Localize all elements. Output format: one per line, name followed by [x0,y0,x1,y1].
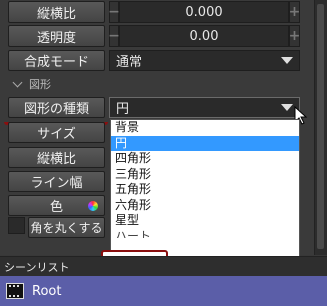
dropdown-item-hexagon[interactable]: 六角形 [111,198,299,214]
opacity-value[interactable]: 0.00 [119,25,289,47]
dropdown-item-triangle[interactable]: 三角形 [111,167,299,183]
chevron-down-icon [281,104,293,111]
dropdown-item-rectangle[interactable]: 四角形 [111,151,299,167]
opacity-decrement[interactable]: − [108,25,120,47]
opacity-increment[interactable]: + [289,25,300,47]
dropdown-item-star[interactable]: 星型 [111,213,299,229]
color-label-button[interactable]: 色 [8,195,105,216]
scene-root-label: Root [32,283,62,299]
dropdown-item-pentagon[interactable]: 五角形 [111,182,299,198]
dropdown-item-background[interactable]: 背景 [111,120,299,136]
dropdown-item-heart[interactable]: ハート [111,229,299,238]
color-label: 色 [49,200,63,215]
shape-aspect-ratio-label-button[interactable]: 縦横比 [8,147,105,168]
aspect-ratio-increment[interactable]: + [289,1,300,23]
blend-mode-value: 通常 [116,55,143,70]
round-corners-label-button[interactable]: 角を丸くする [28,217,105,238]
opacity-label-button[interactable]: 透明度 [8,25,105,47]
aspect-ratio-label-button[interactable]: 縦横比 [8,1,105,23]
dropdown-item-circle[interactable]: 円 [111,135,299,151]
shape-type-value: 円 [116,102,130,117]
size-label-button[interactable]: サイズ [8,122,105,143]
chevron-down-icon [281,57,293,64]
film-strip-icon [6,283,24,299]
scene-list-title: シーンリスト [4,260,70,274]
shape-type-select[interactable]: 円 [109,97,300,118]
aspect-ratio-value[interactable]: 0.000 [119,1,289,23]
blend-mode-label-button[interactable]: 合成モード [8,50,105,71]
scene-root-row[interactable]: Root [0,276,327,306]
shape-section-header[interactable]: 図形 [4,76,124,92]
scene-list-header: シーンリスト [0,256,327,276]
color-wheel-icon [88,201,98,211]
round-corners-checkbox[interactable] [8,217,25,234]
blend-mode-select[interactable]: 通常 [109,50,300,71]
scrollbar-thumb[interactable] [317,4,324,249]
shape-section-label: 図形 [29,78,51,91]
chevron-down-icon [12,77,23,88]
line-width-label-button[interactable]: ライン幅 [8,171,105,192]
shape-type-label-button[interactable]: 図形の種類 [8,97,105,118]
aspect-ratio-decrement[interactable]: − [108,1,120,23]
